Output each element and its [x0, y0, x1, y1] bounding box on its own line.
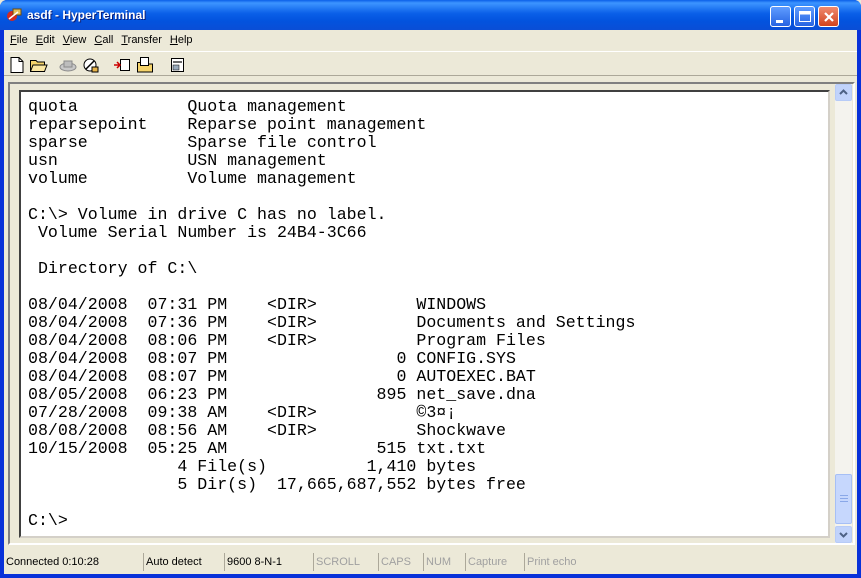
terminal-line: Directory of C:\ — [28, 259, 198, 278]
menu-label-rest: ile — [16, 34, 28, 46]
menu-label-rest: ransfer — [127, 34, 162, 46]
terminal-line: 4 File(s) 1,410 bytes — [28, 457, 477, 476]
status-bar: Connected 0:10:28 Auto detect 9600 8-N-1… — [4, 551, 857, 572]
send-icon[interactable] — [112, 55, 132, 75]
scroll-up-button[interactable] — [835, 84, 852, 101]
terminal-line: quota Quota management — [28, 97, 347, 116]
vertical-scrollbar[interactable] — [835, 84, 852, 543]
scroll-down-button[interactable] — [835, 526, 852, 543]
menu-label-rest: all — [102, 34, 114, 46]
terminal-line: 08/04/2008 08:06 PM <DIR> Program Files — [28, 331, 546, 350]
menu-transfer[interactable]: Transfer — [117, 31, 166, 49]
terminal-line: 5 Dir(s) 17,665,687,552 bytes free — [28, 475, 526, 494]
grip-line — [840, 498, 848, 499]
status-scroll: SCROLL — [313, 553, 378, 571]
status-num: NUM — [423, 553, 465, 571]
properties-icon[interactable] — [167, 55, 187, 75]
menu-mnemonic: F — [10, 34, 17, 46]
receive-icon[interactable] — [135, 55, 155, 75]
terminal-line: 08/08/2008 08:56 AM <DIR> Shockwave — [28, 421, 506, 440]
menu-file[interactable]: File — [6, 31, 32, 49]
terminal-line: Volume Serial Number is 24B4-3C66 — [28, 223, 367, 242]
terminal-line: 08/04/2008 08:07 PM 0 AUTOEXEC.BAT — [28, 367, 536, 386]
maximize-button[interactable] — [794, 6, 815, 27]
terminal-line: C:\> — [28, 511, 68, 530]
status-print-echo: Print echo — [524, 553, 604, 571]
menu-call[interactable]: Call — [90, 31, 117, 49]
status-capture: Capture — [465, 553, 524, 571]
title-bar[interactable]: asdf - HyperTerminal — [0, 0, 861, 30]
menu-mnemonic: H — [169, 34, 178, 46]
close-button[interactable] — [818, 6, 839, 27]
menu-label-rest: dit — [43, 34, 55, 46]
client-area: File Edit View Call Transfer Help quota … — [4, 30, 857, 574]
menu-edit[interactable]: Edit — [32, 31, 59, 49]
terminal-line: volume Volume management — [28, 169, 357, 188]
disconnect-icon[interactable] — [80, 55, 100, 75]
hyperterminal-app-icon[interactable] — [6, 7, 23, 23]
window-title: asdf - HyperTerminal — [27, 8, 146, 22]
terminal-line: reparsepoint Reparse point management — [28, 115, 427, 134]
grip-line — [840, 501, 848, 502]
terminal-line: 07/28/2008 09:38 AM <DIR> ©3¤¡ — [28, 403, 457, 422]
menu-label-rest: iew — [69, 34, 87, 46]
status-settings: 9600 8-N-1 — [224, 553, 313, 571]
new-icon[interactable] — [8, 55, 28, 75]
open-icon[interactable] — [28, 55, 48, 75]
menu-bar: File Edit View Call Transfer Help — [4, 30, 857, 50]
status-caps: CAPS — [378, 553, 423, 571]
terminal-line: usn USN management — [28, 151, 327, 170]
terminal-frame: quota Quota management reparsepoint Repar… — [8, 82, 855, 545]
menu-view[interactable]: View — [59, 31, 91, 49]
menu-help[interactable]: Help — [166, 31, 197, 49]
terminal-line: 08/04/2008 07:31 PM <DIR> WINDOWS — [28, 295, 487, 314]
terminal-line: 08/04/2008 08:07 PM 0 CONFIG.SYS — [28, 349, 516, 368]
terminal-line: 08/04/2008 07:36 PM <DIR> Documents and … — [28, 313, 636, 332]
toolbar — [4, 51, 857, 76]
status-detect: Auto detect — [143, 553, 224, 571]
terminal-line: 08/05/2008 06:23 PM 895 net_save.dna — [28, 385, 536, 404]
terminal-line: sparse Sparse file control — [28, 133, 377, 152]
grip-line — [840, 495, 848, 496]
terminal-line: 10/15/2008 05:25 AM 515 txt.txt — [28, 439, 487, 458]
terminal-screen[interactable]: quota Quota management reparsepoint Repar… — [19, 90, 830, 538]
status-connected: Connected 0:10:28 — [6, 556, 99, 568]
minimize-button[interactable] — [770, 6, 791, 27]
scrollbar-thumb[interactable] — [835, 474, 852, 524]
terminal-line: C:\> Volume in drive C has no label. — [28, 205, 387, 224]
terminal-output[interactable]: quota Quota management reparsepoint Repar… — [28, 98, 635, 530]
app-window: asdf - HyperTerminal File Edit View Call Tra… — [0, 0, 861, 578]
call-icon[interactable] — [57, 55, 77, 75]
menu-mnemonic: E — [35, 34, 44, 46]
menu-label-rest: elp — [177, 34, 193, 46]
menu-mnemonic: V — [62, 34, 70, 46]
